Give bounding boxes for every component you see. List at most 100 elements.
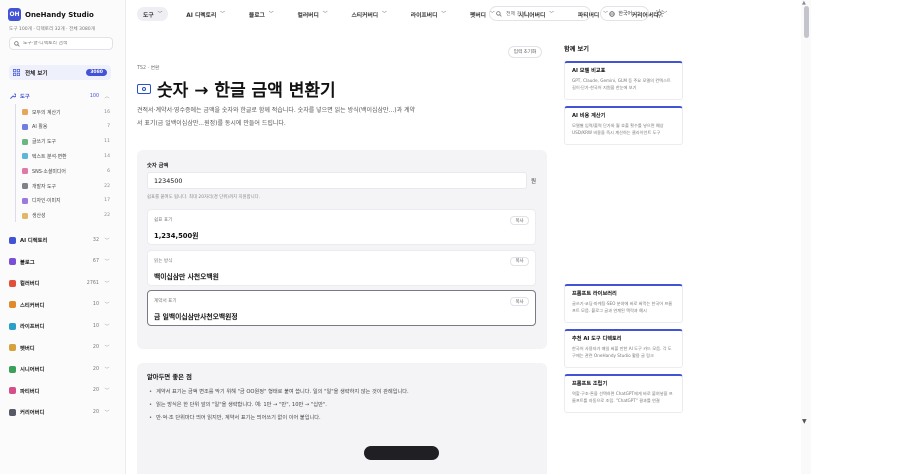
scrollbar-track[interactable] bbox=[801, 0, 811, 474]
sidebar-subitem[interactable]: AI 활용 7 bbox=[22, 121, 110, 133]
category-icon bbox=[9, 258, 16, 265]
copy-button[interactable]: 복사 bbox=[510, 216, 529, 225]
sidebar-subitem[interactable]: 디자인·이미지 17 bbox=[22, 195, 110, 207]
chevron-down-icon[interactable]: ﹀ bbox=[103, 280, 111, 287]
nav-item-label: 스티커버디 bbox=[351, 12, 379, 19]
related-card-desc: 역할·구조·톤을 선택하면 ChatGPT에게 바로 붙여넣을 프롬프트를 자동… bbox=[572, 391, 673, 403]
sidebar-subitem[interactable]: 글쓰기 도구 11 bbox=[22, 136, 110, 148]
chevron-down-icon[interactable]: ﹀ bbox=[103, 409, 111, 416]
reset-input-button[interactable]: 입력 초기화 bbox=[508, 46, 542, 58]
sidebar-item-category[interactable]: 컬러버디 2761 ﹀ bbox=[9, 277, 111, 289]
subitem-label: 개발자 도구 bbox=[32, 183, 57, 190]
global-search[interactable] bbox=[489, 6, 591, 21]
sidebar-all-view[interactable]: 전체 보기 3080 bbox=[9, 65, 111, 80]
sidebar-item-category[interactable]: 스티커버디 10 ﹀ bbox=[9, 299, 111, 311]
subitem-icon bbox=[22, 212, 28, 219]
category-icon bbox=[9, 322, 16, 330]
amount-input[interactable] bbox=[147, 172, 527, 189]
chevron-down-icon[interactable]: ﹀ bbox=[103, 301, 111, 308]
page-title: 숫자 → 한글 금액 변환기 bbox=[157, 81, 336, 101]
sidebar-item-label: 스티커버디 bbox=[20, 302, 45, 309]
tips-list: 계약서 표기는 금액 변조를 막기 위해 "금 OO원정" 형태로 붙여 씁니다… bbox=[149, 386, 409, 425]
sidebar-item-count: 10 bbox=[92, 323, 99, 329]
tip-item: 계약서 표기는 금액 변조를 막기 위해 "금 OO원정" 형태로 붙여 씁니다… bbox=[149, 386, 409, 399]
scroll-down-arrow[interactable]: ▼ bbox=[802, 418, 807, 425]
chevron-down-icon[interactable]: ﹀ bbox=[103, 258, 111, 265]
related-card[interactable]: AI 모델 비교표 GPT, Claude, Gemini, GLM 등 주요 모… bbox=[564, 61, 683, 100]
sidebar-subitem[interactable]: 텍스트 분석·변환 14 bbox=[22, 150, 110, 162]
nav-item-label: 라이프버디 bbox=[410, 12, 438, 19]
related-card[interactable]: 프롬프트 조립기역할·구조·톤을 선택하면 ChatGPT에게 바로 붙여넣을 … bbox=[564, 374, 683, 413]
sidebar-search[interactable] bbox=[9, 37, 113, 50]
related-card-desc: 글쓰기·코딩·마케팅·SEO 분야에 바로 써먹는 한국어 프롬프트 모음. 블… bbox=[572, 301, 673, 313]
chevron-up-icon[interactable]: ︿ bbox=[103, 93, 111, 100]
sidebar-item-category[interactable]: 블로그 67 ﹀ bbox=[9, 256, 111, 268]
sidebar-item-category[interactable]: 라이프버디 10 ﹀ bbox=[9, 320, 111, 332]
sidebar-subitem[interactable]: SNS·소셜미디어 6 bbox=[22, 165, 110, 177]
chevron-down-icon[interactable]: ﹀ bbox=[103, 237, 111, 244]
sidebar-item-count: 67 bbox=[92, 259, 99, 264]
category-icon bbox=[9, 301, 16, 308]
chevron-down-icon: ﹀ bbox=[382, 12, 387, 17]
copy-button[interactable]: 복사 bbox=[510, 256, 529, 266]
sidebar-item-category[interactable]: 커리어버디 20 ﹀ bbox=[9, 406, 111, 418]
sidebar-item-category[interactable]: AI 디렉토리 32 ﹀ bbox=[9, 234, 111, 246]
copy-button[interactable]: 복사 bbox=[510, 297, 529, 306]
chevron-down-icon[interactable]: ﹀ bbox=[103, 344, 111, 351]
subitem-label: 텍스트 분석·변환 bbox=[32, 153, 67, 160]
subitem-label: AI 활용 bbox=[32, 124, 48, 131]
sidebar-subitem[interactable]: 모두의 계산기 16 bbox=[22, 106, 110, 118]
subitem-count: 16 bbox=[104, 109, 110, 115]
scroll-up-arrow[interactable]: ▲ bbox=[802, 0, 806, 6]
related-card[interactable]: 추천 AI 도구 디렉토리 한국어 사용자가 매일 써볼 만한 AI 도구 카드 … bbox=[564, 329, 683, 368]
theme-toggle[interactable] bbox=[653, 7, 666, 20]
sidebar-stats: 도구 100개 · 디렉토리 32개 · 전체 3080개 bbox=[9, 27, 95, 32]
chevron-down-icon: ﹀ bbox=[157, 12, 163, 17]
nav-item[interactable]: 도구 ﹀ bbox=[137, 7, 169, 21]
breadcrumb-category[interactable]: 변환 bbox=[151, 66, 160, 71]
chevron-down-icon[interactable]: ﹀ bbox=[103, 323, 111, 330]
chevron-down-icon: ﹀ bbox=[322, 12, 328, 17]
sidebar-subitem[interactable]: 생산성 22 bbox=[22, 210, 110, 222]
nav-item[interactable]: 컬러버디 ﹀ bbox=[292, 7, 334, 21]
sidebar-item-category[interactable]: 파티버디 20 ﹀ bbox=[9, 385, 111, 397]
nav-item[interactable]: AI 디렉토리 ﹀ bbox=[180, 7, 231, 21]
subitem-guide-line bbox=[15, 104, 16, 222]
related-card-title: 프롬프트 조립기 bbox=[572, 381, 608, 387]
sidebar-subitem[interactable]: 개발자 도구 22 bbox=[22, 180, 110, 192]
nav-item[interactable]: 스티커버디 ﹀ bbox=[345, 7, 392, 21]
main-content: 입력 초기화 TS2 · 변환 숫자 → 한글 금액 변환기 견적서·계약서·영… bbox=[127, 28, 557, 474]
page-description: 견적서·계약서·영수증에는 금액을 숫자와 한글로 함께 적습니다. 숫자를 넣… bbox=[137, 107, 416, 127]
scrollbar-thumb[interactable] bbox=[804, 6, 809, 38]
category-icon bbox=[9, 279, 16, 287]
related-panel: 함께 보기 AI 모델 비교표 GPT, Claude, Gemini, GLM … bbox=[557, 28, 800, 474]
floating-toolbar[interactable] bbox=[364, 446, 439, 460]
grid-icon bbox=[13, 69, 20, 76]
result-label: 쉼표 표기 bbox=[154, 218, 173, 223]
category-icon bbox=[9, 387, 16, 394]
related-card[interactable]: AI 비용 계산기 모델별 입력/출력 단가와 월 호출 횟수를 넣으면 예상 U… bbox=[564, 106, 683, 145]
sidebar-item-label: AI 디렉토리 bbox=[20, 238, 48, 244]
sun-icon bbox=[655, 9, 664, 18]
category-icon bbox=[9, 408, 16, 416]
related-card[interactable]: 프롬프트 라이브러리 글쓰기·코딩·마케팅·SEO 분야에 바로 써먹는 한국어 … bbox=[564, 284, 683, 323]
language-selector[interactable]: 한국어 ﹀ bbox=[600, 6, 649, 21]
chevron-down-icon[interactable]: ﹀ bbox=[103, 366, 111, 373]
breadcrumb-code[interactable]: TS2 bbox=[137, 66, 146, 71]
subitem-icon bbox=[22, 168, 28, 175]
subitem-icon bbox=[22, 183, 28, 189]
sidebar-item-tools[interactable]: 도구 100 ︿ bbox=[9, 90, 111, 102]
nav-item[interactable]: 라이프버디 ﹀ bbox=[405, 7, 452, 21]
sidebar-item-category[interactable]: 펫버디 20 ﹀ bbox=[9, 342, 111, 354]
sidebar-item-category[interactable]: 시니어버디 20 ﹀ bbox=[9, 363, 111, 375]
sidebar-item-label: 커리어버디 bbox=[20, 410, 45, 416]
chevron-down-icon[interactable]: ﹀ bbox=[103, 387, 111, 394]
global-search-input[interactable] bbox=[506, 10, 586, 17]
sidebar-item-label: 시니어버디 bbox=[20, 367, 45, 373]
logo[interactable]: OH OneHandy Studio bbox=[8, 8, 94, 21]
related-card-desc: GPT, Claude, Gemini, GLM 등 주요 모델의 컨텍스트 길… bbox=[572, 78, 671, 90]
title-row: 숫자 → 한글 금액 변환기 bbox=[137, 76, 336, 101]
sidebar-search-input[interactable] bbox=[23, 41, 111, 46]
subitem-icon bbox=[22, 138, 28, 145]
nav-item[interactable]: 블로그 ﹀ bbox=[243, 7, 280, 21]
